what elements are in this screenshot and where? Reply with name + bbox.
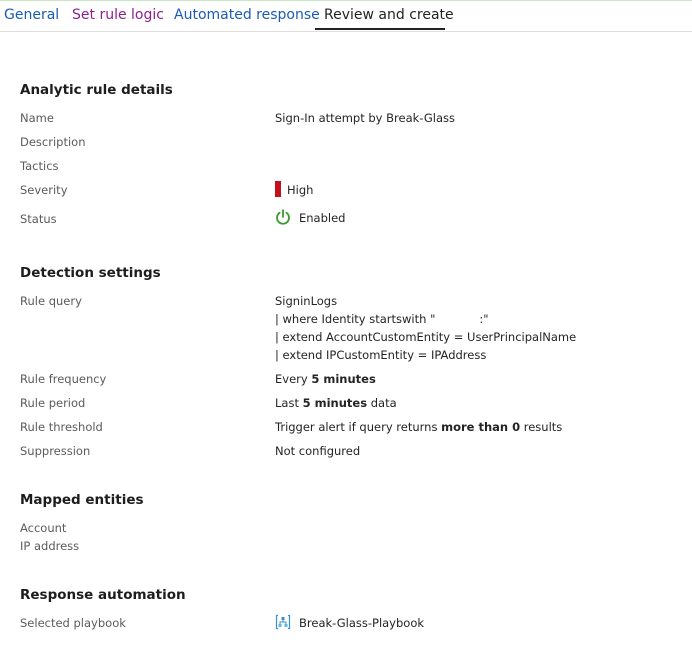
rule-threshold-suffix: results (520, 420, 563, 434)
rule-query-line-1: SigninLogs (275, 294, 338, 308)
response-automation-heading: Response automation (20, 587, 186, 603)
suppression-label: Suppression (20, 444, 91, 458)
name-label: Name (20, 111, 54, 125)
analytic-rule-details-heading: Analytic rule details (20, 82, 173, 98)
tab-review-and-create[interactable]: Review and create (324, 7, 454, 23)
wizard-tabs: General Set rule logic Automated respons… (0, 0, 692, 32)
rule-period-bold: 5 minutes (302, 396, 368, 410)
rule-query-line-4: | extend IPCustomEntity = IPAddress (275, 348, 487, 362)
rule-period-suffix: data (367, 396, 397, 410)
rule-query-label: Rule query (20, 294, 82, 308)
rule-frequency-bold: 5 minutes (311, 372, 376, 386)
selected-playbook-value[interactable]: Break-Glass-Playbook (275, 614, 424, 633)
rule-threshold-bold: more than 0 (441, 420, 521, 434)
status-label: Status (20, 212, 57, 226)
rule-threshold-value: Trigger alert if query returns more than… (275, 420, 562, 434)
rule-frequency-prefix: Every (275, 372, 312, 386)
tactics-label: Tactics (20, 159, 59, 173)
rule-frequency-value: Every 5 minutes (275, 372, 376, 386)
status-value: Enabled (275, 209, 345, 228)
rule-query-line-2-prefix: | where Identity startswith " (275, 312, 436, 326)
severity-value: High (275, 181, 313, 197)
power-icon (275, 209, 291, 228)
active-tab-indicator (315, 28, 445, 30)
severity-indicator-bar (275, 181, 281, 197)
rule-frequency-label: Rule frequency (20, 372, 107, 386)
status-text: Enabled (299, 211, 346, 225)
mapped-entities-heading: Mapped entities (20, 492, 144, 508)
rule-query-line-3: | extend AccountCustomEntity = UserPrinc… (275, 330, 577, 344)
description-label: Description (20, 135, 86, 149)
ip-address-label: IP address (20, 539, 80, 553)
name-value: Sign-In attempt by Break-Glass (275, 111, 455, 125)
severity-text: High (287, 183, 314, 197)
tab-automated-response[interactable]: Automated response (174, 7, 320, 23)
tab-set-rule-logic[interactable]: Set rule logic (72, 7, 164, 23)
logic-app-icon (275, 614, 291, 633)
rule-threshold-label: Rule threshold (20, 420, 103, 434)
severity-label: Severity (20, 183, 68, 197)
rule-threshold-prefix: Trigger alert if query returns (275, 420, 442, 434)
rule-query-line-2: | where Identity startswith " :" (275, 312, 489, 326)
rule-query-line-2-suffix: :" (479, 312, 489, 326)
account-label: Account (20, 521, 67, 535)
rule-period-label: Rule period (20, 396, 86, 410)
detection-settings-heading: Detection settings (20, 265, 161, 281)
tab-general[interactable]: General (4, 7, 59, 23)
suppression-value: Not configured (275, 444, 361, 458)
selected-playbook-label: Selected playbook (20, 616, 126, 630)
rule-period-value: Last 5 minutes data (275, 396, 397, 410)
rule-period-prefix: Last (275, 396, 303, 410)
playbook-name: Break-Glass-Playbook (299, 616, 425, 630)
